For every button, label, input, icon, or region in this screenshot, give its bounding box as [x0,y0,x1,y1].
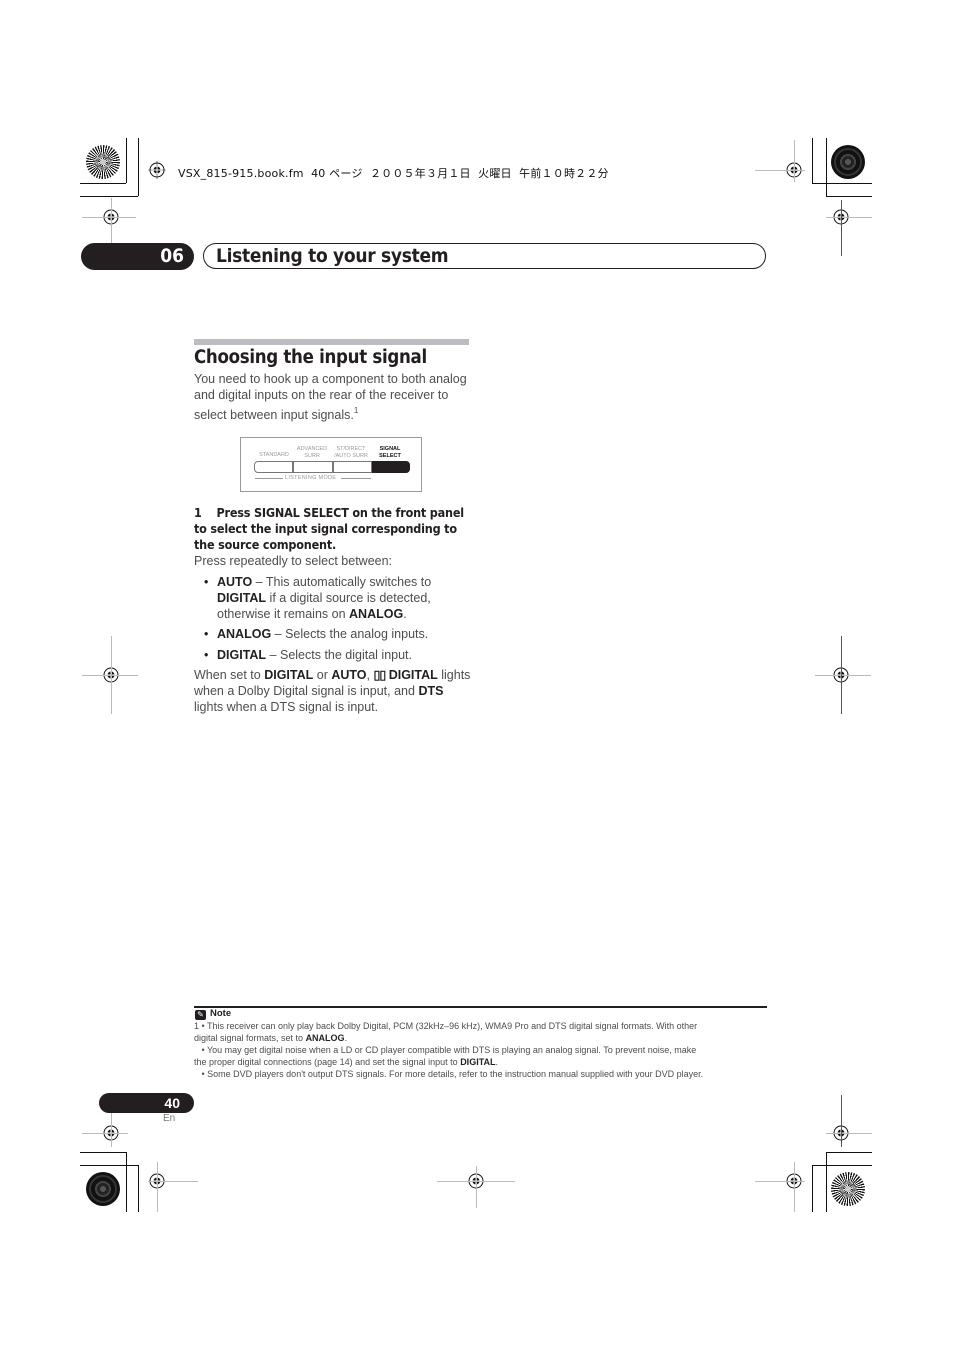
guide-line [794,1162,795,1212]
crop-mark [138,1165,139,1212]
guide-line [82,675,138,676]
listening-mode-label: LISTENING MODE [285,475,337,481]
advanced-surr-button [293,461,333,473]
note-line: digital signal formats, set to ANALOG. [194,1033,348,1043]
color-wheel-icon [86,145,120,179]
crop-mark [826,1152,872,1153]
guide-line [794,140,795,182]
front-panel-illustration: STANDARD ADVANCED SURR ST/DIRECT/AUTO SUR… [240,437,422,492]
color-wheel-icon [831,1172,865,1206]
registration-mark-icon [148,161,166,179]
guide-line [111,636,112,714]
stdirect-button [333,461,372,473]
standard-button [254,461,293,473]
footnote-ref: 1 [353,406,359,415]
option-analog: • ANALOG – Selects the analog inputs. [204,627,429,641]
guide-line [755,1181,805,1182]
guide-line [826,1133,872,1134]
crop-mark [812,183,872,184]
pencil-icon: ✎ [195,1010,206,1020]
panel-label-advanced-surr: ADVANCED SURR [296,446,328,459]
step-1: 1 Press SIGNAL SELECT on the front panel… [194,505,479,553]
file-header: VSX_815-915.book.fm 40 ページ ２００５年３月１日 火曜日… [178,167,609,180]
color-wheel-icon [831,145,865,179]
note-label: Note [210,1008,232,1019]
group-bracket [255,478,283,479]
guide-line [841,636,842,714]
signal-select-button [372,461,410,473]
chapter-title: Listening to your system [216,245,449,267]
crop-mark [138,138,139,196]
crop-mark [80,1165,138,1166]
color-wheel-icon [86,1172,120,1206]
chapter-number: 06 [81,243,194,270]
guide-line [476,1166,477,1208]
section-bar [194,339,469,345]
crop-mark [80,183,126,184]
note-line: the proper digital connections (page 14)… [194,1057,499,1067]
guide-line [815,675,871,676]
guide-line [841,200,842,256]
crop-mark [826,1152,827,1212]
bullet-icon: • [204,648,209,662]
bullet-icon: • [204,575,209,589]
panel-label-standard: STANDARD [259,452,289,458]
step-number: 1 [194,505,202,520]
note-line: • Some DVD players don't output DTS sign… [194,1069,704,1079]
option-auto: • AUTO – This automatically switches to … [204,575,432,621]
dolby-digital-icon: ▯▯ [373,668,386,682]
section-title: Choosing the input signal [194,347,427,368]
guide-line [82,217,136,218]
section-intro: You need to hook up a component to both … [194,371,484,423]
crop-mark [812,138,813,183]
note-divider [194,1006,767,1008]
page-language: En [163,1113,176,1124]
closing-paragraph: When set to DIGITAL or AUTO, ▯▯ DIGITAL … [194,668,471,714]
guide-line [841,1095,842,1147]
crop-mark [826,196,872,197]
note-line: 1 • This receiver can only play back Dol… [194,1021,698,1031]
crop-mark [80,196,138,197]
page-number: 40 [99,1093,194,1113]
panel-label-stdirect: ST/DIRECT/AUTO SURR [334,446,368,459]
option-digital: • DIGITAL – Selects the digital input. [204,648,413,662]
panel-label-signal-select: SIGNAL SELECT [379,446,401,459]
step-text: Press SIGNAL SELECT on the front panel t… [194,505,464,552]
guide-line [826,217,872,218]
guide-line [82,1133,128,1134]
crop-mark [826,138,827,196]
guide-line [755,170,805,171]
crop-mark [126,138,127,183]
guide-line [148,1181,198,1182]
intro-text: You need to hook up a component to both … [194,372,467,422]
group-bracket [341,478,371,479]
crop-mark [126,1152,127,1212]
crop-mark [80,1152,126,1153]
crop-mark [812,1165,872,1166]
note-line: • You may get digital noise when a LD or… [194,1045,697,1055]
guide-line [157,1162,158,1212]
bullet-icon: • [204,627,209,641]
step-subtext: Press repeatedly to select between: [194,554,393,568]
crop-mark [812,1165,813,1212]
